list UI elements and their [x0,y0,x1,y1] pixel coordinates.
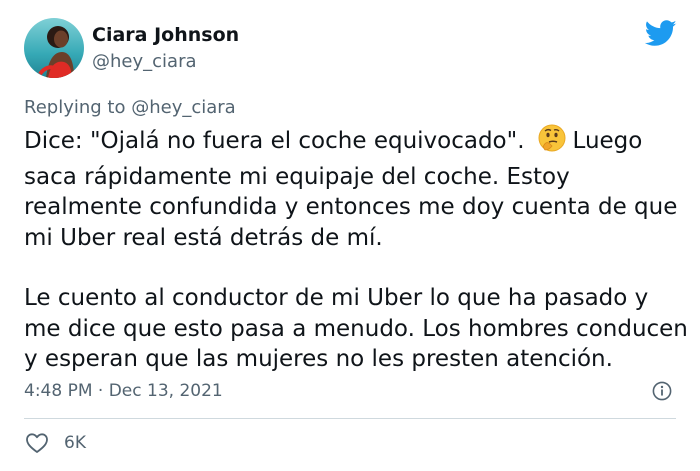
author-handle[interactable]: @hey_ciara [92,51,197,72]
tweet-line: realmente confundida y entonces me doy c… [24,194,678,220]
replying-to: Replying to @hey_ciara [24,97,236,118]
replying-to-mention[interactable]: @hey_ciara [131,97,236,118]
tweet-line: Dice: "Ojalá no fuera el coche equivocad… [24,123,688,162]
like-count[interactable]: 6K [64,433,86,453]
avatar-photo [24,18,84,78]
tweet-paragraph-2: Le cuento al conductor de mi Uber lo que… [24,283,688,375]
tweet-line: Le cuento al conductor de mi Uber lo que… [24,285,649,311]
tweet-paragraph-1: Dice: "Ojalá no fuera el coche equivocad… [24,123,688,253]
tweet-line: saca rápidamente mi equipaje del coche. … [24,163,570,190]
thinking-face-emoji-icon [537,123,567,162]
divider [24,418,676,419]
twitter-bird-icon[interactable] [645,20,677,47]
tweet-timestamp[interactable]: 4:48 PM · Dec 13, 2021 [24,381,223,401]
heart-icon[interactable] [25,432,49,454]
tweet-text: Dice: "Ojalá no fuera el coche equivocad… [24,123,688,375]
info-icon[interactable] [652,381,672,401]
author-name[interactable]: Ciara Johnson [92,24,239,46]
tweet-line: mi Uber real está detrás de mí. [24,224,383,251]
avatar[interactable] [24,18,84,78]
tweet-line: me dice que esto pasa a menudo. Los homb… [24,315,688,342]
replying-to-label: Replying to [24,97,126,118]
tweet-line: y esperan que las mujeres no les presten… [24,346,613,372]
tweet-line-text: Dice: "Ojalá no fuera el coche equivocad… [24,128,525,154]
tweet-line-text: Luego [572,128,643,154]
